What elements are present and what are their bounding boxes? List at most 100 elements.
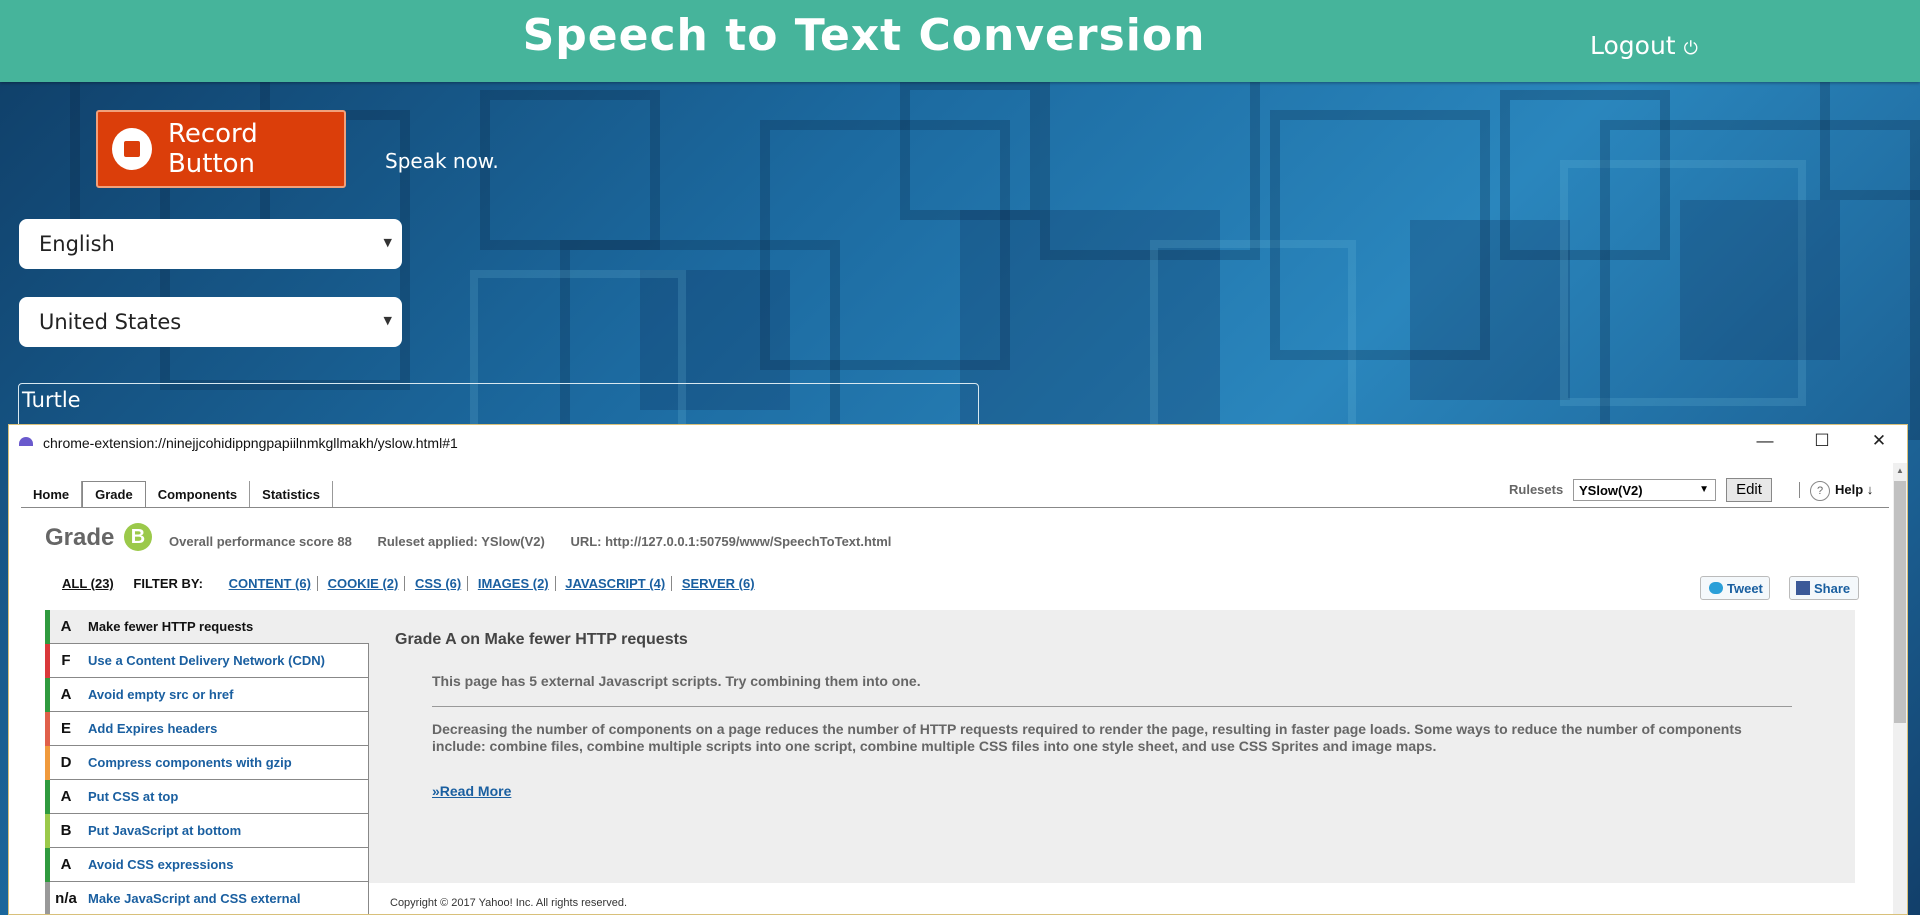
twitter-icon	[1709, 582, 1723, 594]
rule-row[interactable]: n/a Make JavaScript and CSS external	[45, 882, 369, 914]
filter-server[interactable]: SERVER (6)	[676, 576, 761, 591]
rule-name: Add Expires headers	[88, 721, 218, 736]
copyright-text: Copyright © 2017 Yahoo! Inc. All rights …	[390, 897, 627, 909]
dropdown-arrow-icon: ▼	[383, 314, 392, 327]
tab-bar: Home Grade Components Statistics	[21, 481, 333, 508]
rule-row[interactable]: A Make fewer HTTP requests	[45, 610, 369, 644]
filter-images[interactable]: IMAGES (2)	[471, 576, 556, 591]
grade-color-bar	[45, 882, 50, 914]
detail-heading: Grade A on Make fewer HTTP requests	[395, 631, 688, 648]
rule-grade: A	[60, 686, 72, 703]
scroll-up-icon[interactable]: ▲	[1896, 466, 1904, 475]
tab-grade[interactable]: Grade	[82, 481, 146, 508]
tab-statistics[interactable]: Statistics	[250, 481, 333, 507]
ruleset-applied: Ruleset applied: YSlow(V2)	[377, 534, 545, 549]
grade-color-bar	[45, 644, 50, 678]
rule-detail-panel: Grade A on Make fewer HTTP requests This…	[369, 610, 1855, 883]
language-value: English	[39, 232, 115, 256]
scrollbar[interactable]: ▲	[1893, 463, 1907, 914]
dropdown-arrow-icon: ▼	[1699, 484, 1709, 495]
grade-summary: Overall performance score 88 Ruleset app…	[169, 534, 913, 549]
minimize-button[interactable]: —	[1750, 431, 1780, 451]
dialect-select[interactable]: United States ▼	[19, 297, 402, 347]
rule-row[interactable]: D Compress components with gzip	[45, 746, 369, 780]
rule-name: Put CSS at top	[88, 789, 179, 804]
rule-name: Make JavaScript and CSS external	[88, 891, 301, 906]
rule-row[interactable]: A Put CSS at top	[45, 780, 369, 814]
grade-label: Grade	[45, 524, 115, 551]
grade-color-bar	[45, 780, 50, 814]
window-titlebar: chrome-extension://ninejjcohidippngpapii…	[9, 425, 1907, 460]
app-header: Speech to Text Conversion Logout ⏻	[0, 0, 1920, 82]
ruleset-select[interactable]: YSlow(V2) ▼	[1573, 479, 1716, 501]
tab-components[interactable]: Components	[146, 481, 251, 507]
record-button[interactable]: Record Button	[96, 110, 346, 188]
overall-score: Overall performance score 88	[169, 534, 352, 549]
filter-by-label: FILTER BY:	[133, 576, 203, 591]
edit-button[interactable]: Edit	[1726, 478, 1772, 502]
rule-grade: A	[60, 788, 72, 805]
record-button-label: Record Button	[167, 119, 258, 179]
rule-grade: F	[61, 652, 71, 669]
rule-name: Avoid CSS expressions	[88, 857, 234, 872]
filter-bar: ALL (23) FILTER BY: CONTENT (6) COOKIE (…	[62, 576, 761, 591]
facebook-icon	[1796, 581, 1810, 595]
filter-all[interactable]: ALL (23)	[62, 576, 114, 591]
page-url: URL: http://127.0.0.1:50759/www/SpeechTo…	[570, 534, 892, 549]
window-url: chrome-extension://ninejjcohidippngpapii…	[43, 435, 458, 451]
dropdown-arrow-icon: ▼	[383, 236, 392, 249]
rule-row[interactable]: A Avoid CSS expressions	[45, 848, 369, 882]
yslow-window: chrome-extension://ninejjcohidippngpapii…	[8, 424, 1908, 915]
ruleset-value: YSlow(V2)	[1579, 483, 1643, 498]
read-more-link[interactable]: »Read More	[432, 783, 511, 799]
help-link[interactable]: Help ↓	[1835, 482, 1873, 497]
filter-css[interactable]: CSS (6)	[408, 576, 469, 591]
rule-grade: A	[60, 618, 72, 635]
rule-grade: B	[60, 822, 72, 839]
power-icon: ⏻	[1683, 38, 1698, 59]
filter-javascript[interactable]: JAVASCRIPT (4)	[559, 576, 673, 591]
tab-home[interactable]: Home	[21, 481, 83, 507]
rule-row[interactable]: A Avoid empty src or href	[45, 678, 369, 712]
tweet-button[interactable]: Tweet	[1700, 576, 1770, 600]
language-select[interactable]: English ▼	[19, 219, 402, 269]
rule-grade: D	[60, 754, 72, 771]
rule-name: Compress components with gzip	[88, 755, 292, 770]
filter-content[interactable]: CONTENT (6)	[222, 576, 318, 591]
maximize-button[interactable]: ☐	[1807, 431, 1837, 451]
rule-row[interactable]: F Use a Content Delivery Network (CDN)	[45, 644, 369, 678]
detail-summary: This page has 5 external Javascript scri…	[432, 673, 921, 689]
scrollbar-thumb[interactable]	[1894, 481, 1906, 723]
rule-name: Avoid empty src or href	[88, 687, 234, 702]
rule-row[interactable]: E Add Expires headers	[45, 712, 369, 746]
grade-color-bar	[45, 746, 50, 780]
tab-divider	[21, 507, 1889, 508]
help-icon[interactable]: ?	[1810, 481, 1830, 501]
rule-grade: E	[60, 720, 71, 737]
rule-name: Make fewer HTTP requests	[88, 619, 254, 634]
dialect-value: United States	[39, 310, 182, 334]
grade-color-bar	[45, 712, 50, 746]
logout-button[interactable]: Logout ⏻	[1590, 31, 1698, 60]
tweet-label: Tweet	[1727, 581, 1763, 596]
rule-grade: n/a	[55, 890, 77, 907]
stop-icon	[112, 128, 152, 170]
status-text: Speak now.	[385, 149, 499, 173]
rule-name: Use a Content Delivery Network (CDN)	[88, 653, 325, 668]
rule-name: Put JavaScript at bottom	[88, 823, 242, 838]
detail-divider	[432, 706, 1792, 707]
grade-color-bar	[45, 848, 50, 882]
rulesets-label: Rulesets	[1509, 482, 1564, 497]
help-separator	[1799, 482, 1800, 498]
close-button[interactable]: ✕	[1864, 431, 1894, 451]
grade-badge: B	[124, 523, 152, 551]
grade-color-bar	[45, 814, 50, 848]
rules-list: A Make fewer HTTP requests F Use a Content …	[45, 610, 369, 914]
grade-color-bar	[45, 678, 50, 712]
rule-grade: A	[60, 856, 72, 873]
filter-cookie[interactable]: COOKIE (2)	[321, 576, 406, 591]
share-button[interactable]: Share	[1789, 576, 1859, 600]
share-label: Share	[1814, 581, 1851, 596]
rule-row[interactable]: B Put JavaScript at bottom	[45, 814, 369, 848]
detail-body: Decreasing the number of components on a…	[432, 721, 1742, 754]
